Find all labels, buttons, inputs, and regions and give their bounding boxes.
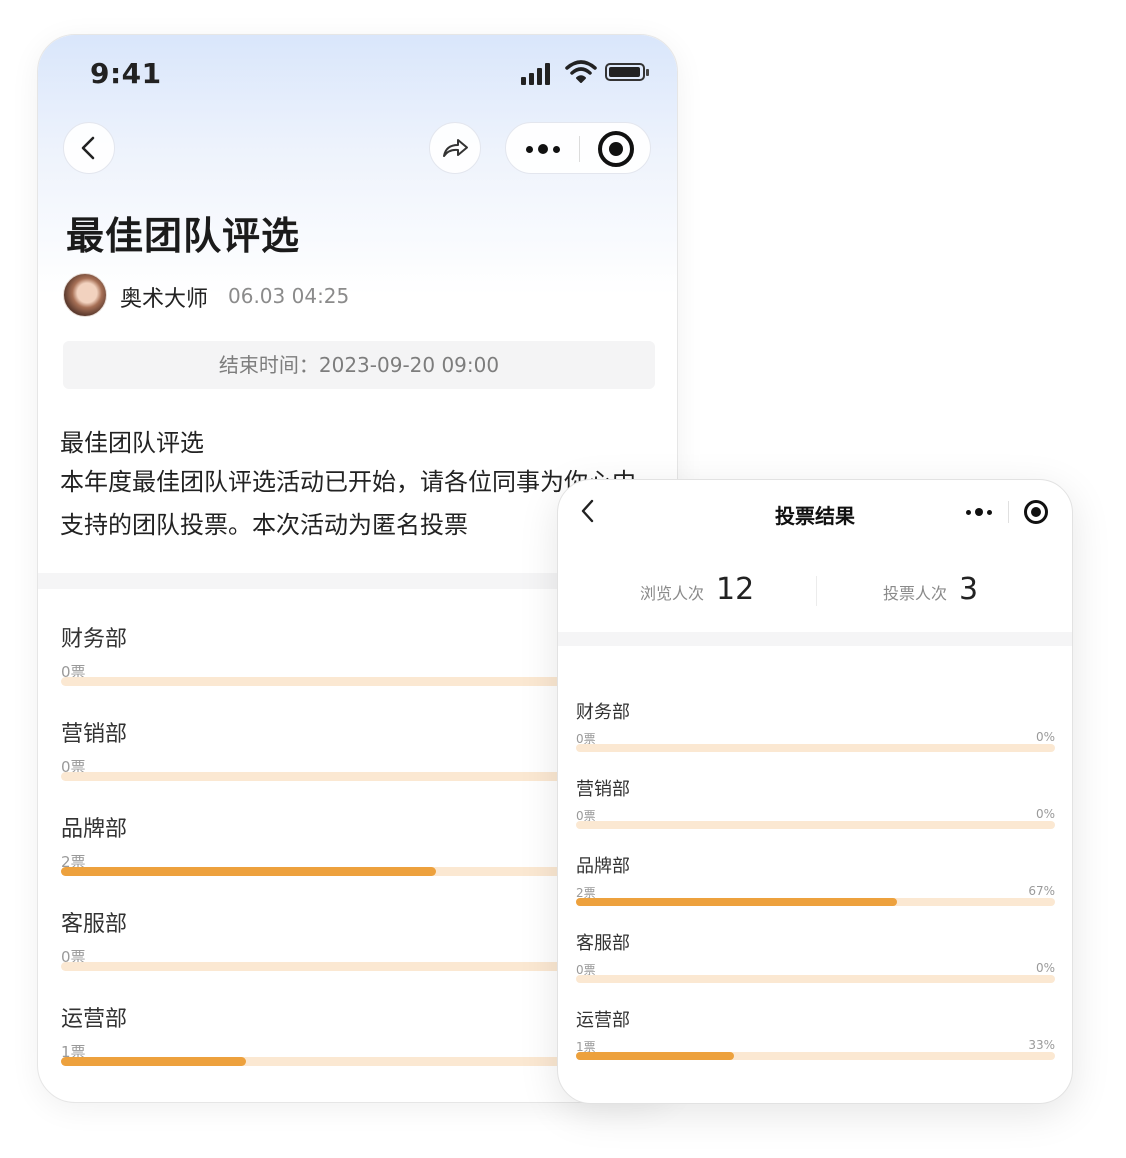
progress-track <box>576 744 1055 752</box>
more-dots-icon[interactable] <box>966 505 992 519</box>
progress-track <box>576 975 1055 983</box>
vote-option[interactable]: 客服部 0票 <box>61 906 621 971</box>
vote-option[interactable]: 运营部 1票 <box>61 1001 621 1066</box>
mini-program-capsule <box>948 492 1056 532</box>
views-value: 12 <box>716 572 755 607</box>
progress-track <box>576 1052 1055 1060</box>
section-divider <box>558 632 1072 646</box>
option-percent: 0% <box>1035 807 1055 821</box>
progress-track <box>576 821 1055 829</box>
progress-track <box>61 772 621 781</box>
page-title: 最佳团队评选 <box>66 214 301 258</box>
votes-label: 投票人次 <box>883 584 948 603</box>
result-row: 财务部 0票 0% <box>576 698 1055 752</box>
option-name: 财务部 <box>61 627 128 652</box>
status-icons <box>521 59 651 89</box>
result-row: 品牌部 2票 67% <box>576 852 1055 906</box>
votes-stat: 投票人次 3 <box>883 572 978 607</box>
record-target-icon[interactable] <box>1024 500 1048 524</box>
more-dots-icon[interactable] <box>526 136 560 162</box>
end-time-banner: 结束时间：2023-09-20 09:00 <box>63 341 655 389</box>
record-target-icon[interactable] <box>598 131 634 167</box>
option-percent: 67% <box>1028 884 1055 898</box>
vote-option[interactable]: 品牌部 2票 <box>61 811 621 876</box>
progress-track <box>61 677 621 686</box>
option-percent: 0% <box>1035 961 1055 975</box>
share-button[interactable] <box>429 122 481 174</box>
views-label: 浏览人次 <box>640 584 705 603</box>
result-row: 营销部 0票 0% <box>576 775 1055 829</box>
views-stat: 浏览人次 12 <box>640 572 754 607</box>
option-name: 品牌部 <box>61 817 128 842</box>
result-row: 运营部 1票 33% <box>576 1006 1055 1060</box>
progress-fill <box>576 1052 735 1060</box>
post-time: 06.03 04:25 <box>228 284 350 308</box>
option-name: 运营部 <box>61 1007 128 1032</box>
option-name: 财务部 <box>576 702 630 723</box>
back-arrow-icon <box>81 136 95 160</box>
option-name: 营销部 <box>61 722 128 747</box>
progress-track <box>61 962 621 971</box>
status-time: 9:41 <box>90 57 162 90</box>
progress-fill <box>576 898 897 906</box>
stat-divider <box>816 576 817 606</box>
description-title: 最佳团队评选 <box>60 429 204 457</box>
vote-option[interactable]: 财务部 0票 <box>61 621 621 686</box>
progress-track <box>576 898 1055 906</box>
progress-fill <box>61 1057 246 1066</box>
votes-value: 3 <box>959 572 979 607</box>
back-button[interactable] <box>63 122 115 174</box>
option-name: 营销部 <box>576 779 630 800</box>
progress-track <box>61 1057 621 1066</box>
avatar <box>63 273 107 317</box>
option-name: 客服部 <box>61 912 128 937</box>
vote-result-screen: 投票结果 浏览人次 12 投票人次 3 财务部 0票 0% 营销部 0票 0% 品牌… <box>557 479 1073 1104</box>
result-row: 客服部 0票 0% <box>576 929 1055 983</box>
option-percent: 0% <box>1035 730 1055 744</box>
capsule-divider <box>579 136 580 162</box>
capsule-divider <box>1008 501 1009 523</box>
option-percent: 33% <box>1028 1038 1055 1052</box>
option-name: 客服部 <box>576 933 630 954</box>
wifi-icon <box>565 60 597 83</box>
mini-program-capsule <box>505 122 651 174</box>
option-name: 运营部 <box>576 1010 630 1031</box>
progress-fill <box>61 867 437 876</box>
share-icon <box>443 139 468 157</box>
vote-option[interactable]: 营销部 0票 <box>61 716 621 781</box>
author-name: 奥术大师 <box>120 287 209 312</box>
progress-track <box>61 867 621 876</box>
option-name: 品牌部 <box>576 856 630 877</box>
battery-icon <box>605 63 649 81</box>
